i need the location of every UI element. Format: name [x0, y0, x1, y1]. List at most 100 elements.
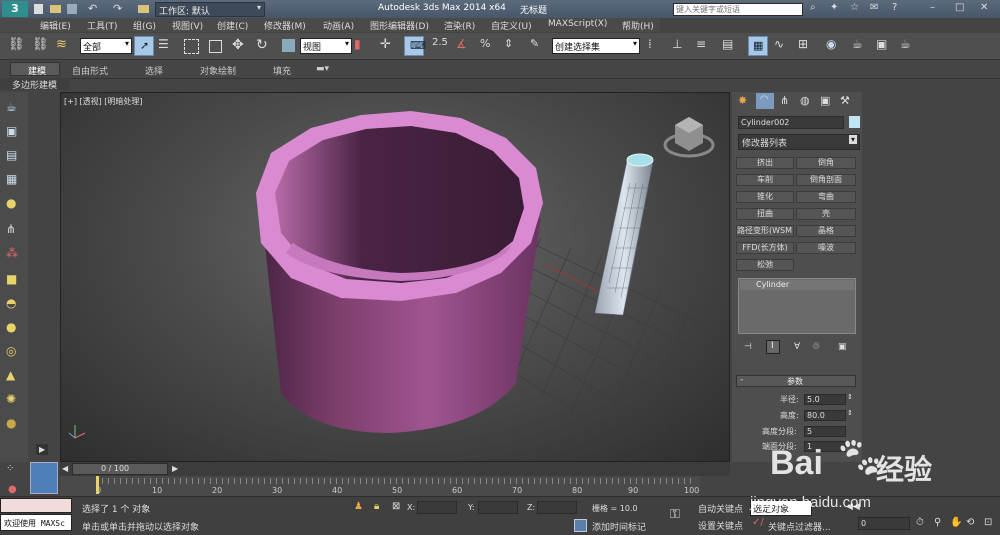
time-slider[interactable]: ◀ 0 / 100 ▶: [60, 462, 730, 476]
create-tab-icon[interactable]: ✸: [738, 94, 747, 107]
rendered-frame-icon[interactable]: ▣: [876, 37, 894, 55]
time-slider-thumb[interactable]: 0 / 100: [72, 463, 168, 475]
param-radius-input[interactable]: [804, 394, 846, 405]
menu-tools[interactable]: 工具(T): [87, 19, 118, 32]
sphere-gold-icon[interactable]: ●: [6, 416, 16, 430]
menu-help[interactable]: 帮助(H): [622, 19, 654, 32]
ribbon-tab-object-paint[interactable]: 对象绘制: [200, 64, 236, 77]
torus-icon[interactable]: ◎: [6, 344, 16, 358]
menu-maxscript[interactable]: MAXScript(X): [548, 19, 607, 29]
close-icon[interactable]: ✕: [980, 2, 988, 13]
configure-sets-icon[interactable]: ▣: [838, 342, 847, 352]
hemisphere-icon[interactable]: ◓: [6, 296, 16, 310]
expand-arrow-icon[interactable]: ▶: [36, 444, 49, 455]
selection-filter-dropdown[interactable]: 全部 ▾: [80, 38, 132, 54]
new-file-icon[interactable]: [34, 4, 43, 14]
ribbon-tab-selection[interactable]: 选择: [145, 64, 163, 77]
display-tab-icon[interactable]: ▣: [820, 94, 830, 107]
render-production-icon[interactable]: ☕: [900, 37, 918, 55]
light-bulb-icon[interactable]: ●: [6, 196, 16, 210]
search-icon[interactable]: ⌕: [810, 2, 816, 13]
redo-icon[interactable]: ↷: [113, 2, 122, 15]
menu-modifiers[interactable]: 修改器(M): [264, 19, 306, 32]
show-end-result-button[interactable]: I: [766, 340, 780, 354]
menu-create[interactable]: 创建(C): [217, 19, 248, 32]
hierarchy-icon[interactable]: ⋔: [6, 222, 16, 236]
sun-icon[interactable]: ✺: [6, 392, 16, 406]
move-icon[interactable]: ✥: [232, 37, 250, 55]
modifier-bend-button[interactable]: 弯曲: [796, 191, 856, 203]
coord-z-input[interactable]: [537, 501, 577, 514]
time-slider-prev-icon[interactable]: ◀: [62, 464, 68, 473]
rotate-icon[interactable]: ↻: [256, 37, 274, 55]
modifier-extrude-button[interactable]: 挤出: [736, 157, 794, 169]
auto-key-button[interactable]: 自动关键点: [698, 502, 743, 515]
polygon-modeling-label[interactable]: 多边形建模: [12, 78, 57, 91]
red-dot-icon[interactable]: ●: [8, 484, 17, 495]
stack-item-cylinder[interactable]: Cylinder: [740, 280, 854, 290]
transform-mode-icon[interactable]: ⊠: [392, 501, 400, 512]
ribbon-toggle-button[interactable]: ▦: [748, 36, 768, 56]
modifier-lattice-button[interactable]: 晶格: [796, 225, 856, 237]
viewcube[interactable]: [663, 117, 715, 158]
select-manipulate-icon[interactable]: ✛: [380, 37, 398, 55]
thin-cylinder[interactable]: [594, 153, 654, 316]
window-crossing-icon[interactable]: [206, 37, 224, 55]
menu-group[interactable]: 组(G): [133, 19, 156, 32]
add-time-tag-label[interactable]: 添加时间标记: [592, 520, 646, 533]
render-icon[interactable]: ▣: [6, 124, 17, 138]
menu-rendering[interactable]: 渲染(R): [444, 19, 475, 32]
modifier-lathe-button[interactable]: 车削: [736, 174, 794, 186]
maximize-icon[interactable]: □: [955, 2, 964, 13]
key-filter-icon[interactable]: ✓∕: [752, 517, 764, 528]
undo-icon[interactable]: ↶: [88, 2, 97, 15]
subscription-icon[interactable]: ✦: [830, 2, 838, 13]
pink-cylinder[interactable]: [256, 111, 543, 433]
material-editor-icon[interactable]: ◉: [826, 37, 844, 55]
track-bar[interactable]: 0 10 20 30 40 50 60 70 80 90 100: [60, 476, 700, 496]
set-key-icon[interactable]: ⚿: [670, 507, 680, 522]
maxscript-mini-top[interactable]: [0, 498, 72, 513]
spinner-snap-icon[interactable]: ⇕: [504, 37, 522, 55]
schematic-view-icon[interactable]: ⊞: [798, 37, 816, 55]
workspace-dropdown[interactable]: 工作区: 默认 ▾: [155, 2, 265, 17]
snap-toggle-icon[interactable]: 2.5: [432, 37, 450, 55]
pivot-center-icon[interactable]: ▮: [354, 37, 372, 55]
edit-named-selection-icon[interactable]: ✎: [530, 37, 548, 55]
set-key-button[interactable]: 设置关键点: [698, 519, 743, 532]
modifier-twist-button[interactable]: 扭曲: [736, 208, 794, 220]
align-icon[interactable]: ⊥: [672, 37, 690, 55]
menu-edit[interactable]: 编辑(E): [40, 19, 71, 32]
coord-x-input[interactable]: [417, 501, 457, 514]
maxscript-listener[interactable]: 欢迎使用 MAXSc: [0, 514, 72, 531]
curve-editor-icon[interactable]: ∿: [774, 37, 792, 55]
time-slider-next-icon[interactable]: ▶: [172, 464, 178, 473]
keyboard-shortcut-toggle[interactable]: ⌨: [404, 36, 426, 56]
particle-icon[interactable]: ⁂: [6, 246, 18, 260]
ribbon-tab-freeform[interactable]: 自由形式: [72, 64, 108, 77]
make-unique-icon[interactable]: ∀: [794, 342, 800, 352]
modifier-bevel-button[interactable]: 倒角: [796, 157, 856, 169]
unlink-icon[interactable]: ⛓: [32, 37, 50, 55]
modifier-noise-button[interactable]: 噪波: [796, 242, 856, 254]
grid-icon[interactable]: ▦: [6, 172, 17, 186]
param-height-input[interactable]: [804, 410, 846, 421]
mirror-icon[interactable]: ⁞: [648, 37, 666, 55]
dots-icon[interactable]: ⁘: [6, 463, 14, 474]
modifier-stack[interactable]: Cylinder: [738, 278, 856, 334]
open-file-icon[interactable]: [50, 5, 61, 13]
menu-graph-editors[interactable]: 图形编辑器(D): [370, 19, 429, 32]
object-color-swatch[interactable]: [849, 116, 860, 128]
isolate-selection-icon[interactable]: ♟: [354, 501, 363, 512]
utilities-tab-icon[interactable]: ⚒: [840, 94, 850, 107]
bind-space-warp-icon[interactable]: ≋: [56, 37, 74, 55]
menu-views[interactable]: 视图(V): [172, 19, 203, 32]
box-icon[interactable]: ■: [6, 272, 17, 286]
modify-tab[interactable]: ◠: [756, 93, 774, 109]
modifier-bevel-profile-button[interactable]: 倒角剖面: [796, 174, 856, 186]
menu-animation[interactable]: 动画(A): [323, 19, 354, 32]
parameters-rollout-header[interactable]: - 参数: [736, 375, 856, 387]
render-setup-icon[interactable]: ☕: [852, 37, 870, 55]
maximize-viewport-icon[interactable]: ⊡: [984, 517, 992, 528]
coord-y-input[interactable]: [478, 501, 518, 514]
